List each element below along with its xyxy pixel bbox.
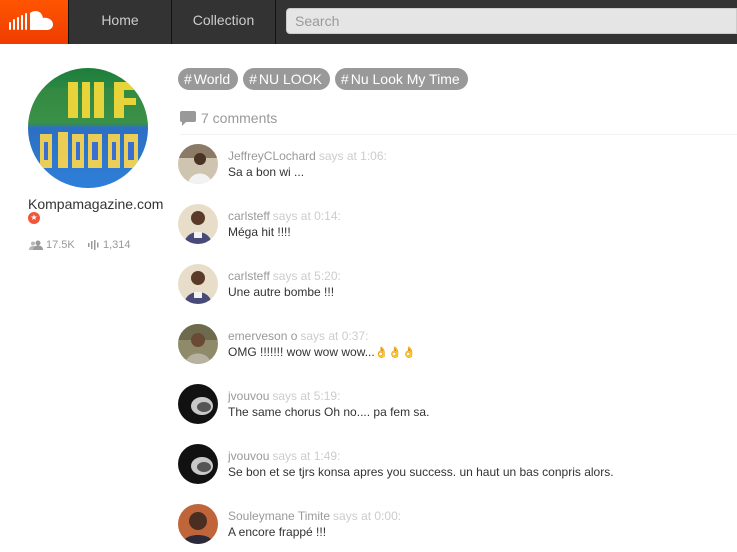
commenter-avatar[interactable] [178, 324, 218, 364]
comment-username[interactable]: emerveson o [228, 329, 297, 343]
soundcloud-cloud-icon [9, 10, 53, 30]
pro-star-icon: ★ [28, 212, 40, 224]
comment-username[interactable]: Souleymane Timite [228, 509, 330, 523]
comment-text: Se bon et se tjrs konsa apres you succes… [228, 465, 614, 479]
comment-text: Sa a bon wi ... [228, 165, 305, 179]
comment-timestamp[interactable]: says at 1:49: [272, 449, 340, 463]
comment-item: jvouvou says at 1:49: Se bon et se tjrs k… [178, 444, 737, 488]
comment-timestamp[interactable]: says at 0:00: [333, 509, 401, 523]
comments-header: 7 comments [180, 109, 737, 135]
artist-avatar[interactable] [28, 68, 148, 188]
comment-item: carlsteff says at 5:20: Une autre bombe !… [178, 264, 737, 308]
commenter-avatar[interactable] [178, 144, 218, 184]
comment-username[interactable]: carlsteff [228, 209, 270, 223]
comment-username[interactable]: jvouvou [228, 449, 269, 463]
followers-icon [29, 240, 43, 250]
nav-home[interactable]: Home [68, 0, 172, 44]
comment-text: A encore frappé !!! [228, 525, 327, 539]
comment-item: JeffreyCLochard says at 1:06: Sa a bon wi… [178, 144, 737, 188]
top-navigation-bar: Home Collection [0, 0, 737, 44]
comment-timestamp[interactable]: says at 5:20: [273, 269, 341, 283]
comment-item: jvouvou says at 5:19: The same chorus Oh … [178, 384, 737, 428]
comment-timestamp[interactable]: says at 5:19: [272, 389, 340, 403]
nav-collection[interactable]: Collection [172, 0, 276, 44]
waveform-icon [88, 240, 99, 250]
tag-nu-look-my-time[interactable]: # Nu Look My Time [334, 68, 468, 90]
comment-text: Une autre bombe !!! [228, 285, 335, 299]
tag-nu-look[interactable]: # NU LOOK [243, 68, 330, 90]
comment-item: Souleymane Timite says at 0:00: A encore … [178, 504, 737, 548]
comment-timestamp[interactable]: says at 1:06: [319, 149, 387, 163]
soundcloud-logo[interactable] [0, 0, 68, 44]
search-input[interactable] [286, 8, 737, 34]
comment-username[interactable]: JeffreyCLochard [228, 149, 316, 163]
comment-item: carlsteff says at 0:14: Méga hit !!!! [178, 204, 737, 248]
followers-count: 17.5K [46, 239, 75, 251]
comment-text: Méga hit !!!! [228, 225, 291, 239]
comment-timestamp[interactable]: says at 0:14: [273, 209, 341, 223]
commenter-avatar[interactable] [178, 204, 218, 244]
comment-text: OMG !!!!!!! wow wow wow...👌👌👌 [228, 345, 416, 359]
tracks-stat[interactable]: 1,314 [88, 239, 131, 251]
comments-count: 7 comments [201, 110, 278, 126]
tracks-count: 1,314 [103, 239, 131, 251]
commenter-avatar[interactable] [178, 444, 218, 484]
commenter-avatar[interactable] [178, 384, 218, 424]
comment-item: emerveson o says at 0:37: OMG !!!!!!! wow… [178, 324, 737, 368]
tag-world[interactable]: # World [178, 68, 239, 90]
comment-text: The same chorus Oh no.... pa fem sa. [228, 405, 430, 419]
artist-name[interactable]: Kompamagazine.com [28, 196, 163, 212]
tag-list: # World # NU LOOK # Nu Look My Time [178, 68, 468, 90]
followers-stat[interactable]: 17.5K [29, 239, 75, 251]
speech-bubble-icon [180, 111, 196, 126]
comment-username[interactable]: jvouvou [228, 389, 269, 403]
commenter-avatar[interactable] [178, 504, 218, 544]
commenter-avatar[interactable] [178, 264, 218, 304]
ok-hand-emoji: 👌👌👌 [374, 347, 416, 359]
comment-username[interactable]: carlsteff [228, 269, 270, 283]
comment-timestamp[interactable]: says at 0:37: [300, 329, 368, 343]
